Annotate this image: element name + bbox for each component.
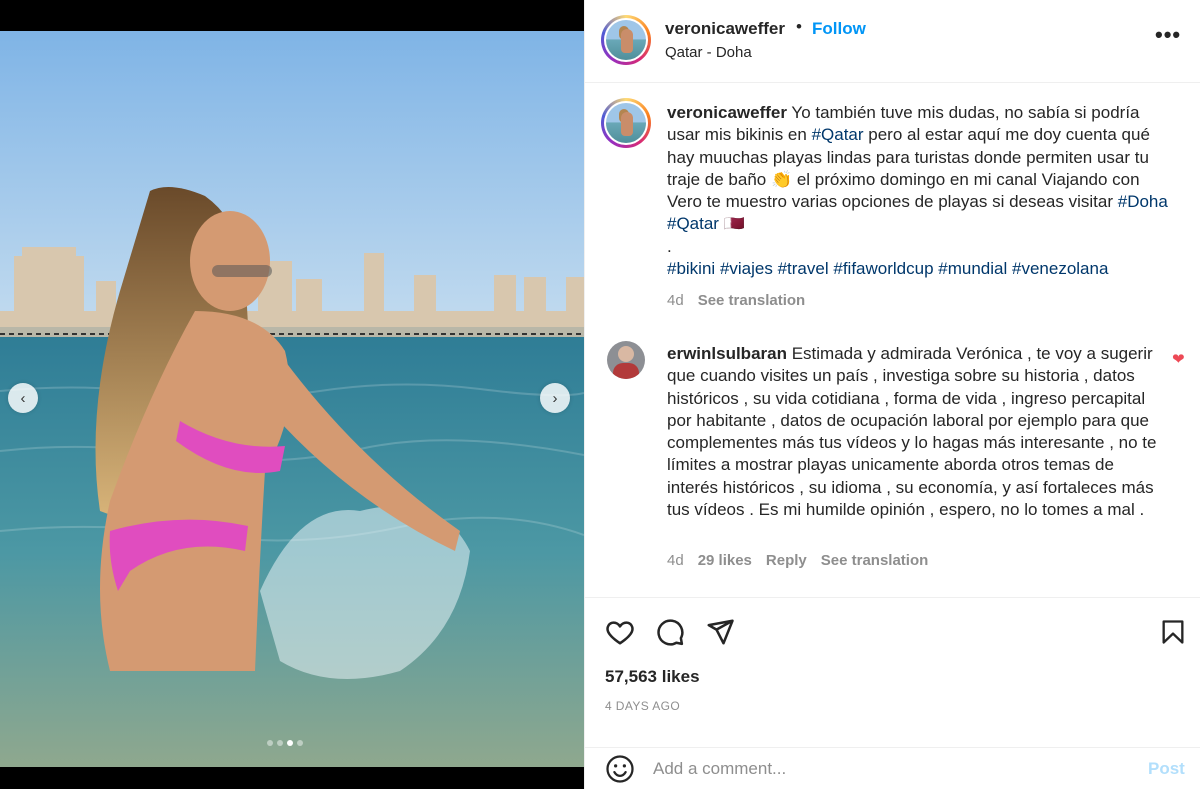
header-separator: • [796, 17, 802, 36]
post-header: veronicaweffer • Follow Qatar - Doha ••• [585, 0, 1200, 83]
hashtag-link[interactable]: #Doha [1118, 192, 1168, 211]
hashtag-link[interactable]: #Qatar [667, 214, 719, 233]
chevron-left-icon: ‹ [20, 389, 26, 407]
post-media: ‹ › [0, 0, 584, 789]
flag-emoji: 🇶🇦 [723, 214, 745, 234]
see-translation-link[interactable]: See translation [698, 292, 806, 309]
commenter-username[interactable]: erwinlsulbaran [667, 344, 787, 363]
post-photo[interactable] [0, 31, 584, 767]
like-count[interactable]: 57,563 likes [605, 667, 700, 687]
hashtag-link[interactable]: #Qatar [812, 125, 864, 144]
commenter-avatar[interactable] [607, 341, 645, 379]
caption-hashtags: #bikini #viajes #travel #fifaworldcup #m… [667, 258, 1172, 280]
comment-body: Estimada y admirada Verónica , te voy a … [667, 344, 1157, 520]
comment-input[interactable] [653, 757, 1123, 781]
carousel-dot [297, 740, 303, 746]
carousel-next-button[interactable]: › [540, 383, 570, 413]
carousel-dot-active [287, 740, 293, 746]
comment-age: 4d [667, 552, 684, 569]
comment-text: erwinlsulbaran Estimada y admirada Verón… [667, 343, 1157, 521]
heart-icon[interactable] [605, 617, 635, 647]
hashtag-link[interactable]: #venezolana [1012, 259, 1108, 278]
more-options-icon[interactable]: ••• [1155, 22, 1181, 48]
beach-photo-illustration [0, 31, 584, 767]
post-comment-button[interactable]: Post [1148, 759, 1185, 779]
hashtag-link[interactable]: #mundial [938, 259, 1007, 278]
caption-dot-line: . [667, 236, 672, 256]
author-username[interactable]: veronicaweffer [665, 19, 785, 39]
emoji-icon[interactable] [605, 754, 635, 784]
caption-meta: 4d See translation [667, 292, 805, 309]
carousel-dot [277, 740, 283, 746]
carousel-indicator [267, 740, 303, 746]
share-icon[interactable] [705, 617, 735, 647]
post-actions: 57,563 likes 4 DAYS AGO [585, 597, 1200, 748]
action-icons [605, 617, 735, 647]
hashtag-link[interactable]: #fifaworldcup [833, 259, 933, 278]
post-location[interactable]: Qatar - Doha [665, 44, 752, 61]
heart-filled-icon[interactable]: ❤ [1172, 350, 1185, 368]
caption-text: veronicaweffer Yo también tuve mis dudas… [667, 102, 1172, 280]
reply-button[interactable]: Reply [766, 552, 807, 569]
caption-age: 4d [667, 292, 684, 309]
comment-icon[interactable] [655, 617, 685, 647]
caption-username[interactable]: veronicaweffer [667, 103, 787, 122]
carousel-prev-button[interactable]: ‹ [8, 383, 38, 413]
hashtag-link[interactable]: #viajes [720, 259, 773, 278]
add-comment-bar: Post [585, 747, 1200, 790]
see-translation-link[interactable]: See translation [821, 552, 929, 569]
bookmark-icon[interactable] [1159, 617, 1187, 647]
caption-author-avatar[interactable] [601, 98, 651, 148]
post-timestamp: 4 DAYS AGO [605, 699, 681, 713]
follow-button[interactable]: Follow [812, 19, 866, 39]
carousel-dot [267, 740, 273, 746]
author-avatar[interactable] [601, 15, 651, 65]
chevron-right-icon: › [552, 389, 558, 407]
hashtag-link[interactable]: #travel [778, 259, 829, 278]
hashtag-link[interactable]: #bikini [667, 259, 715, 278]
comment-meta: 4d 29 likes Reply See translation [667, 552, 928, 569]
post-side-panel: veronicaweffer • Follow Qatar - Doha •••… [584, 0, 1200, 789]
comment-likes[interactable]: 29 likes [698, 552, 752, 569]
